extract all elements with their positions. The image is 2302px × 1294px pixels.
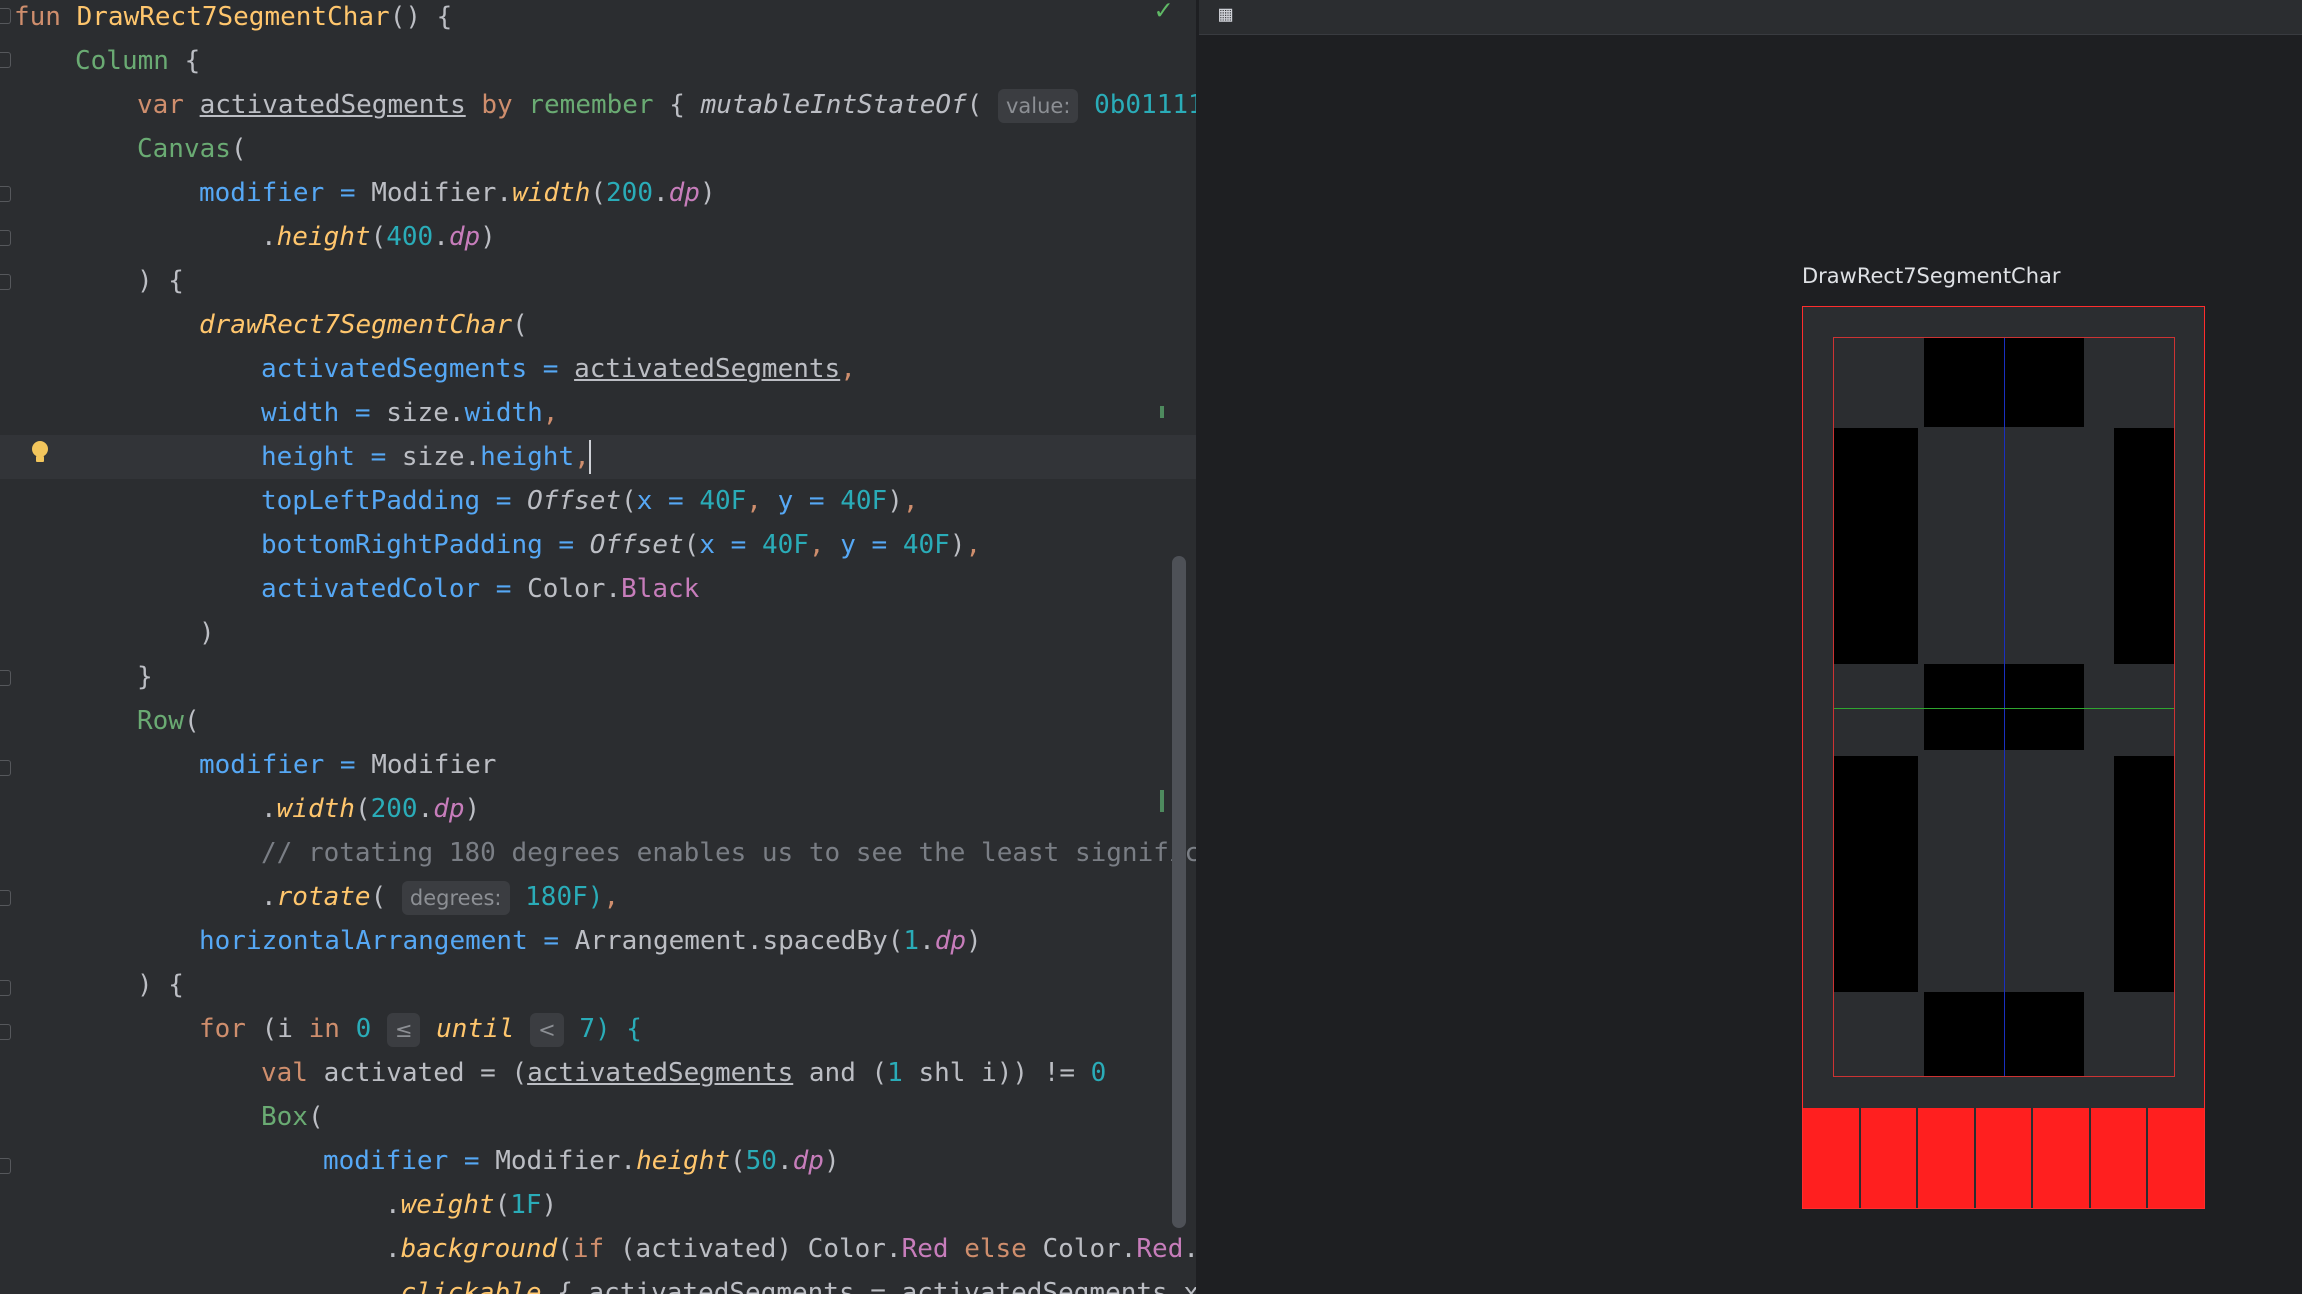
code-line[interactable]: Column { — [75, 39, 200, 83]
code-line[interactable]: Box( — [261, 1095, 324, 1139]
fold-icon[interactable] — [0, 1024, 11, 1040]
code-line[interactable]: var activatedSegments by remember { muta… — [137, 83, 1196, 127]
layout-icon[interactable]: ▦ — [1219, 2, 1232, 27]
fold-icon[interactable] — [0, 186, 11, 202]
segment-toggle-box[interactable] — [1975, 1108, 2032, 1208]
preview-title[interactable]: DrawRect7SegmentChar — [1802, 264, 2061, 288]
editor-gutter — [0, 0, 14, 1294]
code-line[interactable]: for (i in 0 ≤ until < 7) { — [199, 1007, 642, 1051]
code-line[interactable]: Row( — [137, 699, 200, 743]
code-line[interactable]: activatedSegments = activatedSegments, — [261, 347, 856, 391]
center-guide-vertical — [2004, 338, 2005, 1076]
check-icon: ✓ — [1155, 0, 1172, 26]
code-line[interactable]: .height(400.dp) — [261, 215, 496, 259]
center-guide-horizontal — [1834, 708, 2174, 709]
code-line[interactable]: activatedColor = Color.Black — [261, 567, 699, 611]
segment-toggle-box[interactable] — [2033, 1108, 2089, 1208]
preview-toolbar: ▦ — [1199, 0, 2302, 35]
fold-icon[interactable] — [0, 230, 11, 246]
code-line[interactable]: ) — [199, 611, 215, 655]
fold-icon[interactable] — [0, 980, 11, 996]
function-name: DrawRect7SegmentChar — [76, 2, 390, 32]
bulb-icon[interactable] — [28, 440, 52, 464]
param-hint: degrees: — [401, 881, 510, 915]
code-line[interactable]: .width(200.dp) — [261, 787, 480, 831]
code-line[interactable]: ) { — [137, 963, 184, 1007]
canvas-area — [1833, 337, 2175, 1077]
fold-icon[interactable] — [0, 8, 11, 24]
literal: 0b011111 — [1094, 90, 1196, 120]
fold-icon[interactable] — [0, 890, 11, 906]
range-hint: ≤ — [386, 1013, 421, 1047]
code-line[interactable]: val activated = (activatedSegments and (… — [261, 1051, 1106, 1095]
fold-icon[interactable] — [0, 52, 11, 68]
param-hint: value: — [997, 89, 1079, 123]
vertical-scrollbar[interactable] — [1172, 556, 1186, 1228]
code-line[interactable]: Canvas( — [137, 127, 247, 171]
code-editor[interactable]: fun DrawRect7SegmentChar() { Column { va… — [0, 0, 1196, 1294]
segment-toggle-box[interactable] — [1860, 1108, 1917, 1208]
code-line[interactable]: ) { — [137, 259, 184, 303]
code-line[interactable]: .background(if (activated) Color.Red els… — [385, 1227, 1196, 1271]
segment-toggle-box[interactable] — [1803, 1108, 1859, 1208]
code-line[interactable]: width = size.width, — [261, 391, 558, 435]
segment-e — [1834, 756, 1918, 992]
code-line-current[interactable]: height = size.height, — [0, 435, 1196, 479]
code-line[interactable]: horizontalArrangement = Arrangement.spac… — [199, 919, 982, 963]
segment-toggle-row — [1803, 1108, 2205, 1208]
fold-icon[interactable] — [0, 274, 11, 290]
code-line[interactable]: modifier = Modifier.width(200.dp) — [199, 171, 716, 215]
code-line[interactable]: topLeftPadding = Offset(x = 40F, y = 40F… — [261, 479, 919, 523]
change-marker — [1160, 790, 1164, 812]
segment-toggle-box[interactable] — [2148, 1108, 2205, 1208]
code-line[interactable]: .rotate( degrees: 180F), — [261, 875, 619, 919]
preview-frame[interactable] — [1802, 306, 2205, 1209]
code-line[interactable]: modifier = Modifier.height(50.dp) — [323, 1139, 840, 1183]
compose-preview-pane: ▦ DrawRect7SegmentChar — [1199, 0, 2302, 1294]
text-caret — [589, 440, 591, 474]
segment-c — [2114, 756, 2174, 992]
fold-icon[interactable] — [0, 760, 11, 776]
code-line[interactable]: .weight(1F) — [385, 1183, 557, 1227]
code-line[interactable]: } — [137, 655, 153, 699]
code-line[interactable]: drawRect7SegmentChar( — [199, 303, 528, 347]
segment-b — [2114, 428, 2174, 664]
range-hint: < — [530, 1013, 564, 1047]
code-line[interactable]: fun DrawRect7SegmentChar() { — [14, 0, 452, 39]
fold-icon[interactable] — [0, 670, 11, 686]
code-line[interactable]: bottomRightPadding = Offset(x = 40F, y =… — [261, 523, 981, 567]
code-line[interactable]: .clickable { activatedSegments = activat… — [385, 1271, 1196, 1294]
fold-icon[interactable] — [0, 1158, 11, 1174]
code-line[interactable]: modifier = Modifier — [199, 743, 496, 787]
code-comment[interactable]: // rotating 180 degrees enables us to se… — [261, 831, 1196, 875]
segment-toggle-box[interactable] — [1918, 1108, 1974, 1208]
change-marker — [1160, 406, 1164, 418]
segment-f — [1834, 428, 1918, 664]
segment-toggle-box[interactable] — [2090, 1108, 2147, 1208]
